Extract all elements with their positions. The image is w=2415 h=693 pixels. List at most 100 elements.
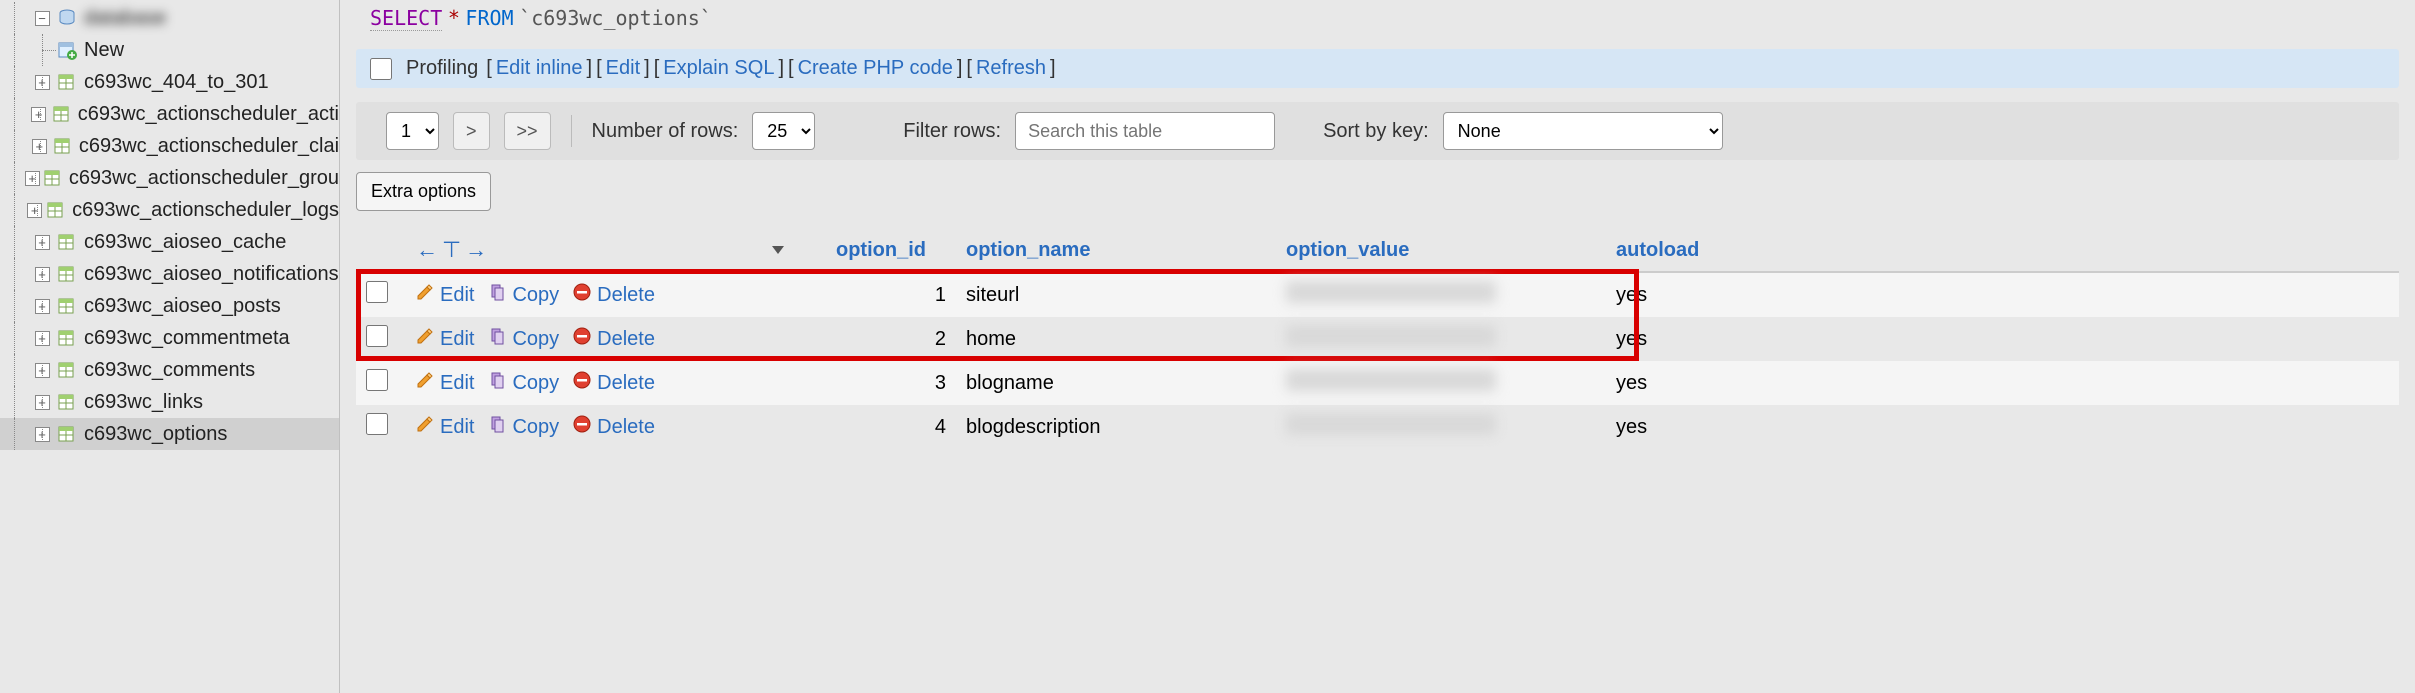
copy-row-link[interactable]: Copy [488,327,559,351]
cell-option-name: home [956,317,1276,361]
expand-icon[interactable]: + [28,75,56,90]
row-checkbox[interactable] [366,325,388,347]
tree-table-label: c693wc_aioseo_cache [84,231,286,254]
expand-icon[interactable]: + [28,299,56,314]
refresh-link[interactable]: Refresh [976,57,1046,80]
collapse-icon[interactable]: − [28,11,56,26]
sort-indicator-icon[interactable] [756,229,826,272]
pencil-icon [416,415,434,439]
edit-link[interactable]: Edit [606,57,640,80]
delete-icon [573,283,591,307]
col-option-id[interactable]: option_id [826,229,956,272]
delete-icon [573,327,591,351]
table-icon [46,199,66,221]
delete-row-link[interactable]: Delete [573,415,655,439]
next-page-button[interactable]: > [453,112,490,150]
copy-row-link[interactable]: Copy [488,283,559,307]
filter-input[interactable] [1015,112,1275,150]
row-checkbox[interactable] [366,413,388,435]
copy-row-link[interactable]: Copy [488,371,559,395]
tree-table-label: c693wc_actionscheduler_logs [72,199,339,222]
edit-row-link[interactable]: Edit [416,327,474,351]
table-row: EditCopyDelete1siteurlyes [356,272,2399,317]
edit-row-link[interactable]: Edit [416,283,474,307]
table-icon [56,263,78,285]
tree-table-item[interactable]: +c693wc_aioseo_posts [0,290,339,322]
tree-table-item[interactable]: + c693wc_comments [0,354,339,386]
sql-star: * [448,6,460,30]
edit-row-link[interactable]: Edit [416,371,474,395]
profiling-checkbox[interactable] [370,58,392,80]
cell-autoload: yes [1606,405,2399,449]
tree-table-label: c693wc_actionscheduler_acti [78,103,339,126]
cell-autoload: yes [1606,272,2399,317]
table-icon [56,327,78,349]
extra-options-button[interactable]: Extra options [356,172,491,211]
num-rows-select[interactable]: 25 [752,112,815,150]
cell-option-id: 2 [826,317,956,361]
table-icon [52,135,73,157]
tree-table-item[interactable]: +c693wc_commentmeta [0,322,339,354]
cell-option-value [1276,272,1606,317]
last-page-button[interactable]: >> [504,112,551,150]
cell-option-name: blogname [956,361,1276,405]
page-select[interactable]: 1 [386,112,439,150]
tree-table-item[interactable]: + c693wc_aioseo_cache [0,226,339,258]
row-checkbox[interactable] [366,281,388,303]
delete-row-link[interactable]: Delete [573,283,655,307]
sql-table-name: `c693wc_options` [519,6,712,30]
expand-icon[interactable]: + [21,171,42,186]
create-php-link[interactable]: Create PHP code [798,57,953,80]
copy-row-link[interactable]: Copy [488,415,559,439]
expand-icon[interactable]: + [28,395,56,410]
tree-table-label: c693wc_comments [84,359,255,382]
column-move-icon[interactable]: ←⊤→ [416,237,491,262]
delete-icon [573,371,591,395]
expand-icon[interactable]: + [28,235,56,250]
tree-table-item[interactable]: + c693wc_options [0,418,339,450]
expand-icon[interactable]: + [26,139,52,154]
cell-option-id: 3 [826,361,956,405]
profiling-bar: Profiling [ Edit inline ] [ Edit ] [ Exp… [356,49,2399,88]
cell-autoload: yes [1606,317,2399,361]
tree-root[interactable]: − database [0,2,339,34]
pencil-icon [416,371,434,395]
delete-icon [573,415,591,439]
expand-icon[interactable]: + [26,107,52,122]
tree-table-label: c693wc_options [84,423,227,446]
edit-row-link[interactable]: Edit [416,415,474,439]
tree-table-item[interactable]: +c693wc_aioseo_notifications [0,258,339,290]
explain-sql-link[interactable]: Explain SQL [663,57,774,80]
tree-table-item[interactable]: + c693wc_actionscheduler_logs [0,194,339,226]
expand-icon[interactable]: + [28,267,56,282]
tree-table-item[interactable]: +c693wc_actionscheduler_clai [0,130,339,162]
sql-keyword-select: SELECT [370,6,442,31]
table-row: EditCopyDelete3blognameyes [356,361,2399,405]
sort-select[interactable]: None [1443,112,1723,150]
col-option-name[interactable]: option_name [956,229,1276,272]
expand-icon[interactable]: + [28,331,56,346]
tree-table-item[interactable]: +c693wc_actionscheduler_grou [0,162,339,194]
tree-table-item[interactable]: +c693wc_links [0,386,339,418]
tree-new[interactable]: New [0,34,339,66]
table-row: EditCopyDelete4blogdescriptionyes [356,405,2399,449]
expand-icon[interactable]: + [23,203,46,218]
edit-inline-link[interactable]: Edit inline [496,57,583,80]
delete-row-link[interactable]: Delete [573,327,655,351]
tree-table-item[interactable]: + c693wc_actionscheduler_acti [0,98,339,130]
cell-option-value [1276,317,1606,361]
pencil-icon [416,283,434,307]
row-checkbox[interactable] [366,369,388,391]
expand-icon[interactable]: + [28,427,56,442]
table-icon [52,103,72,125]
table-icon [56,295,78,317]
copy-icon [488,283,506,307]
col-autoload[interactable]: autoload [1606,229,2399,272]
delete-row-link[interactable]: Delete [573,371,655,395]
tree-table-item[interactable]: + c693wc_404_to_301 [0,66,339,98]
tree-table-label: c693wc_404_to_301 [84,71,269,94]
tree-root-label: database [84,7,166,30]
expand-icon[interactable]: + [28,363,56,378]
table-icon [56,423,78,445]
col-option-value[interactable]: option_value [1276,229,1606,272]
